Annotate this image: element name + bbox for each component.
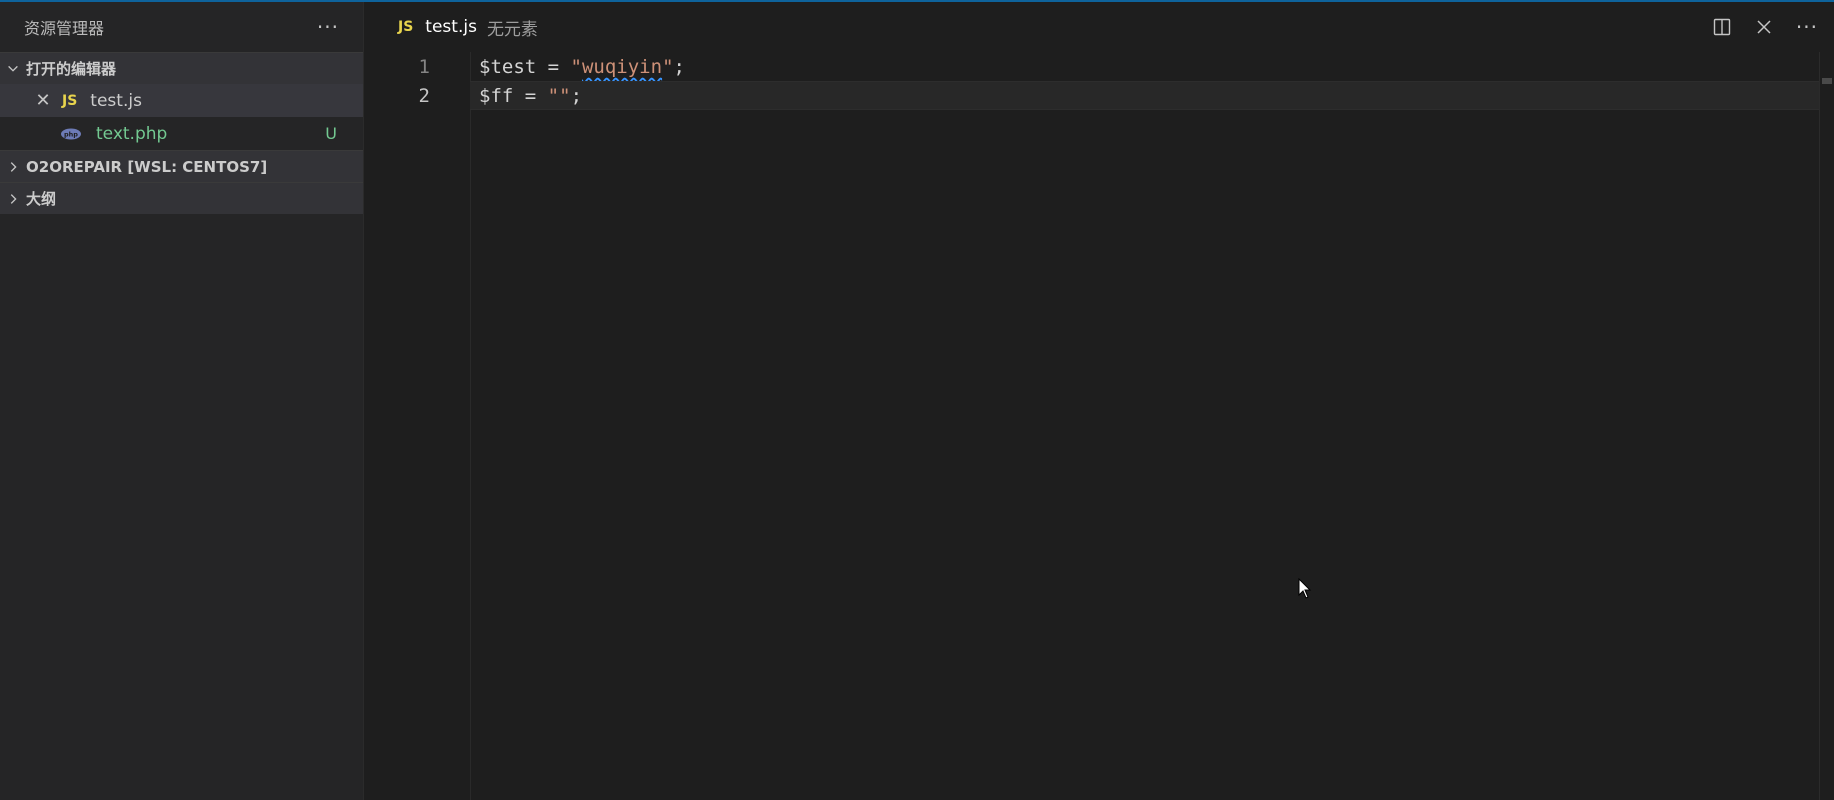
section-workspace-label: O2OREPAIR [WSL: CENTOS7] <box>26 157 268 176</box>
svg-text:php: php <box>64 130 78 138</box>
code-line-current[interactable]: $ff = ""; <box>470 81 1820 110</box>
line-number-gutter: 1 2 <box>364 52 471 800</box>
js-file-icon: JS <box>62 92 78 109</box>
tab-label: test.js <box>425 17 477 37</box>
code-semicolon: ; <box>673 56 685 78</box>
more-actions-icon[interactable]: ··· <box>1796 15 1818 39</box>
code-string-quote: " <box>547 85 560 107</box>
section-workspace-folder[interactable]: O2OREPAIR [WSL: CENTOS7] <box>0 150 363 182</box>
code-string-value: wuqiyin <box>581 56 663 78</box>
section-outline[interactable]: 大纲 <box>0 182 363 214</box>
line-number: 2 <box>418 85 430 107</box>
js-file-icon: JS <box>398 19 414 35</box>
line-number: 1 <box>418 56 430 78</box>
code-variable: $test <box>479 56 537 78</box>
open-editor-label: test.js <box>90 90 142 111</box>
code-operator: = <box>513 85 548 107</box>
code-variable: $ff <box>479 85 514 107</box>
editor-vertical-scrollbar[interactable] <box>1819 52 1834 800</box>
scrollbar-position-marker <box>1822 78 1832 84</box>
chevron-down-icon <box>4 60 22 78</box>
code-semicolon: ; <box>570 85 583 107</box>
editor-tab-bar: JS test.js 无元素 ··· <box>364 2 1834 52</box>
code-string-quote: " <box>570 56 582 78</box>
code-line[interactable]: $test = "wuqiyin"; <box>470 53 1820 82</box>
explorer-sidebar: 资源管理器 ··· 打开的编辑器 ✕ JS test.js php text.p… <box>0 2 364 800</box>
tab-test-js[interactable]: JS test.js 无元素 <box>364 2 538 52</box>
tab-description: 无元素 <box>486 19 538 40</box>
open-editor-item-test-js[interactable]: ✕ JS test.js <box>0 84 363 117</box>
code-string-quote: " <box>559 85 571 107</box>
close-editor-icon[interactable] <box>1754 17 1774 37</box>
mouse-pointer-icon <box>1298 578 1312 599</box>
php-elephant-icon: php <box>61 128 81 139</box>
code-string-quote: " <box>662 56 674 78</box>
code-operator: = <box>536 56 571 78</box>
explorer-header: 资源管理器 ··· <box>0 2 363 52</box>
close-icon[interactable]: ✕ <box>32 90 54 111</box>
open-editor-item-text-php[interactable]: php text.php U <box>0 117 363 150</box>
code-editor[interactable]: 1 2 $test = "wuqiyin"; $ff = ""; <box>364 52 1834 800</box>
git-untracked-badge: U <box>325 124 337 143</box>
section-outline-label: 大纲 <box>26 190 57 208</box>
explorer-more-actions-icon[interactable]: ··· <box>317 17 339 37</box>
explorer-title: 资源管理器 <box>24 19 105 38</box>
chevron-right-icon <box>4 190 22 208</box>
editor-actions: ··· <box>1712 2 1818 52</box>
chevron-right-icon <box>4 158 22 176</box>
section-open-editors-label: 打开的编辑器 <box>26 60 117 78</box>
open-editor-label: text.php <box>96 123 168 144</box>
section-open-editors[interactable]: 打开的编辑器 <box>0 52 363 84</box>
split-editor-icon[interactable] <box>1712 17 1732 37</box>
